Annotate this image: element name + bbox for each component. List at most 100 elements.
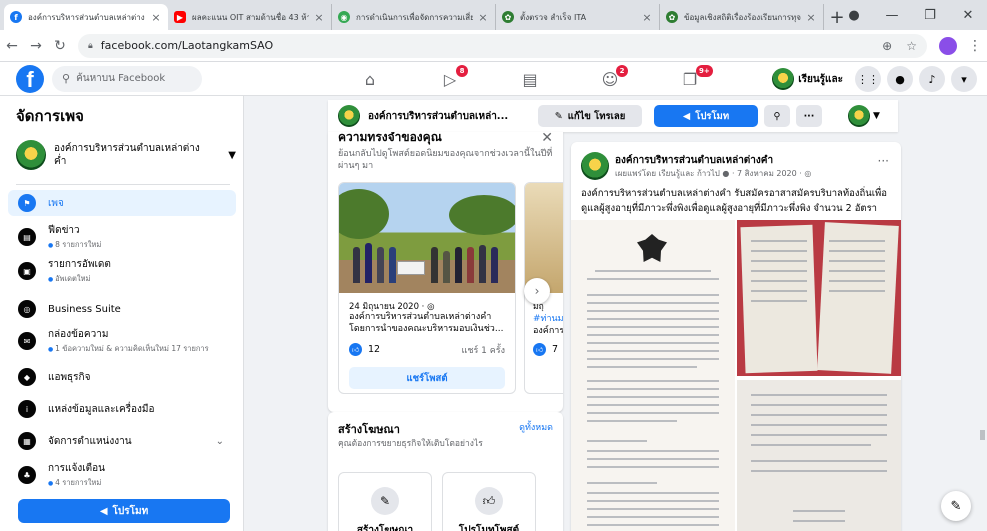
- page-switcher[interactable]: องค์การบริหารส่วนตำบลเหล่าต่าง ค่ำ ▼: [16, 134, 236, 176]
- back-icon[interactable]: ←: [0, 38, 24, 54]
- maximize-icon[interactable]: ❐: [911, 8, 949, 23]
- see-all-link[interactable]: ดูทั้งหมด: [519, 420, 553, 434]
- news-feed-icon: ▤: [18, 228, 36, 246]
- memory-photo: [525, 183, 563, 293]
- sidebar-item-inbox[interactable]: ✉ กล่องข้อความ 1 ข้อความใหม่ & ความคิดเห…: [8, 326, 236, 356]
- browser-tab-3[interactable]: ◉ การดำเนินการเพื่อจัดการความเสี่ย ×: [332, 4, 496, 30]
- page-scrollbar[interactable]: [977, 96, 987, 531]
- caret-down-icon[interactable]: ▼: [228, 150, 236, 161]
- sidebar-item-label: เพจ: [48, 197, 64, 209]
- chrome-account-icon[interactable]: ●: [835, 8, 873, 23]
- like-icon: 👍︎: [533, 343, 546, 356]
- next-chevron-icon[interactable]: ›: [524, 278, 550, 304]
- post-author[interactable]: องค์การบริหารส่วนตำบลเหล่าต่างคำ: [615, 153, 773, 168]
- sidebar-item-business-suite[interactable]: ◎ Business Suite: [8, 298, 236, 320]
- sidebar-item-label: ฟีดข่าว: [48, 225, 80, 236]
- home-icon[interactable]: ⌂: [330, 62, 410, 96]
- minimize-icon[interactable]: —: [873, 8, 911, 23]
- more-options-button[interactable]: ···: [796, 105, 822, 127]
- sidebar-item-sub: อัพเดตใหม่: [48, 273, 111, 285]
- notifications-bell-icon[interactable]: ♪: [919, 66, 945, 92]
- memory-photo: [339, 183, 515, 293]
- browser-tab-5[interactable]: ✿ ข้อมูลเชิงสถิติเรื่องร้องเรียนการทุจริ…: [660, 4, 824, 30]
- more-dots-icon[interactable]: ···: [878, 154, 889, 168]
- search-page-button[interactable]: ⚲: [764, 105, 790, 127]
- facebook-header: f ⚲ ค้นหาบน Facebook ⌂ ▷ 8 ▤ ☺ 2 ❐ 9+ เรียน…: [0, 62, 987, 96]
- promote-button[interactable]: ◀︎ โปรโมท: [654, 105, 758, 127]
- memory-caption: องค์การบริหารส่วนตำบลเหล่าต่างคำ โดยการน…: [349, 312, 504, 334]
- search-placeholder: ค้นหาบน Facebook: [76, 73, 166, 84]
- close-tab-icon[interactable]: ×: [477, 11, 489, 24]
- document-photo[interactable]: [571, 220, 735, 531]
- profile-avatar-icon[interactable]: [939, 36, 957, 55]
- scrollbar-thumb[interactable]: [980, 430, 985, 440]
- reload-icon[interactable]: ↻: [48, 38, 72, 54]
- document-photo[interactable]: [737, 380, 901, 531]
- browser-tab-2[interactable]: ▶ ผลคะแนน OIT สามด้านชื่อ 43 ห้า ×: [168, 4, 332, 30]
- document-photo[interactable]: [737, 220, 901, 376]
- user-name: เรียนรู้และ: [798, 73, 843, 85]
- sidebar-item-business-apps[interactable]: ◆ แอพธุรกิจ: [8, 366, 236, 388]
- post-photo-grid[interactable]: [571, 220, 901, 531]
- switch-profile-button[interactable]: ▼: [848, 105, 880, 127]
- close-tab-icon[interactable]: ×: [313, 11, 325, 24]
- boost-post-tile[interactable]: 👍︎ โปรโมทโพสต์: [442, 472, 536, 531]
- reaction-count: 👍︎ 7: [533, 343, 558, 356]
- page-name: องค์การบริหารส่วนตำบลเหล่าต่าง ค่ำ: [54, 143, 200, 167]
- close-tab-icon[interactable]: ×: [641, 11, 653, 24]
- sidebar-item-notifications[interactable]: ♣ การแจ้งเตือน 4 รายการใหม่: [8, 460, 236, 490]
- sidebar-item-label: แอพธุรกิจ: [48, 371, 91, 383]
- page-avatar[interactable]: [581, 152, 609, 180]
- close-window-icon[interactable]: ✕: [949, 8, 987, 23]
- edit-square-icon: ✎: [371, 487, 399, 515]
- facebook-logo-icon[interactable]: f: [16, 64, 44, 93]
- site-favicon-icon: ◉: [338, 11, 350, 23]
- new-message-compose-icon[interactable]: ✎: [941, 491, 971, 521]
- page-avatar: [16, 140, 46, 170]
- forward-icon[interactable]: →: [24, 38, 48, 54]
- lock-icon[interactable]: 🔒︎: [88, 41, 93, 51]
- edit-call-label: แก้ไข โทรเลย: [567, 110, 626, 122]
- browser-tab-1[interactable]: f องค์การบริหารส่วนตำบลเหล่าต่าง ×: [4, 4, 168, 30]
- facebook-search-input[interactable]: ⚲ ค้นหาบน Facebook: [52, 65, 202, 92]
- zoom-icon[interactable]: ⊕: [882, 39, 892, 53]
- share-post-button[interactable]: แชร์โพสต์: [349, 367, 505, 389]
- groups-icon[interactable]: ☺ 2: [570, 62, 650, 96]
- divider: [16, 184, 230, 185]
- menu-grid-icon[interactable]: ⋮⋮: [855, 66, 881, 92]
- gaming-icon[interactable]: ❐ 9+: [650, 62, 730, 96]
- sidebar-item-manage-jobs[interactable]: ▦ จัดการตำแหน่งงาน ⌄: [8, 430, 236, 452]
- sidebar-item-label: แหล่งข้อมูลและเครื่องมือ: [48, 403, 155, 415]
- promote-label: โปรโมท: [112, 505, 149, 517]
- browser-tab-4[interactable]: ✿ ตั้งตรวจ สำเร็จ ITA ×: [496, 4, 660, 30]
- close-icon[interactable]: ✕: [541, 132, 553, 146]
- apps-cube-icon: ◆: [18, 368, 36, 386]
- url-input[interactable]: 🔒︎ facebook.com/LaotangkamSAO ⊕ ☆: [78, 33, 927, 58]
- memory-caption: องค์การ: [533, 326, 563, 336]
- sidebar-item-updates[interactable]: ▣ รายการอัพเดต อัพเดตใหม่: [8, 256, 236, 286]
- create-ad-description: คุณต้องการขยายธุรกิจให้เติบโตอย่างไร: [338, 439, 483, 449]
- close-tab-icon[interactable]: ×: [805, 11, 817, 24]
- close-tab-icon[interactable]: ×: [150, 11, 162, 24]
- chrome-menu-icon[interactable]: ⋮: [963, 38, 987, 54]
- messenger-icon[interactable]: ●: [887, 66, 913, 92]
- sidebar-item-news-feed[interactable]: ▤ ฟีดข่าว 8 รายการใหม่: [8, 222, 236, 252]
- account-caret-icon[interactable]: ▾: [951, 66, 977, 92]
- chevron-down-icon[interactable]: ⌄: [216, 436, 224, 447]
- site-favicon-icon: ✿: [502, 11, 514, 23]
- watch-badge: 8: [456, 65, 468, 77]
- memories-title: ความทรงจำของคุณ: [338, 132, 442, 144]
- updates-icon: ▣: [18, 262, 36, 280]
- memory-item[interactable]: 24 มิถุนายน 2020 · ◎ องค์การบริหารส่วนตำ…: [338, 182, 516, 394]
- watch-icon[interactable]: ▷ 8: [410, 62, 490, 96]
- marketplace-icon[interactable]: ▤: [490, 62, 570, 96]
- edit-call-button[interactable]: ✎ แก้ไข โทรเลย: [538, 105, 642, 127]
- header-right: เรียนรู้และ ⋮⋮ ● ♪ ▾: [770, 66, 977, 92]
- bookmark-star-icon[interactable]: ☆: [906, 39, 917, 53]
- promote-button[interactable]: ◀︎ โปรโมท: [18, 499, 230, 523]
- profile-chip[interactable]: เรียนรู้และ: [770, 66, 849, 92]
- government-seal-icon: [637, 234, 667, 262]
- sidebar-item-resources-tools[interactable]: i แหล่งข้อมูลและเครื่องมือ: [8, 398, 236, 420]
- create-ad-tile[interactable]: ✎ สร้างโฆษณา: [338, 472, 432, 531]
- sidebar-item-page[interactable]: ⚑ เพจ: [8, 190, 236, 216]
